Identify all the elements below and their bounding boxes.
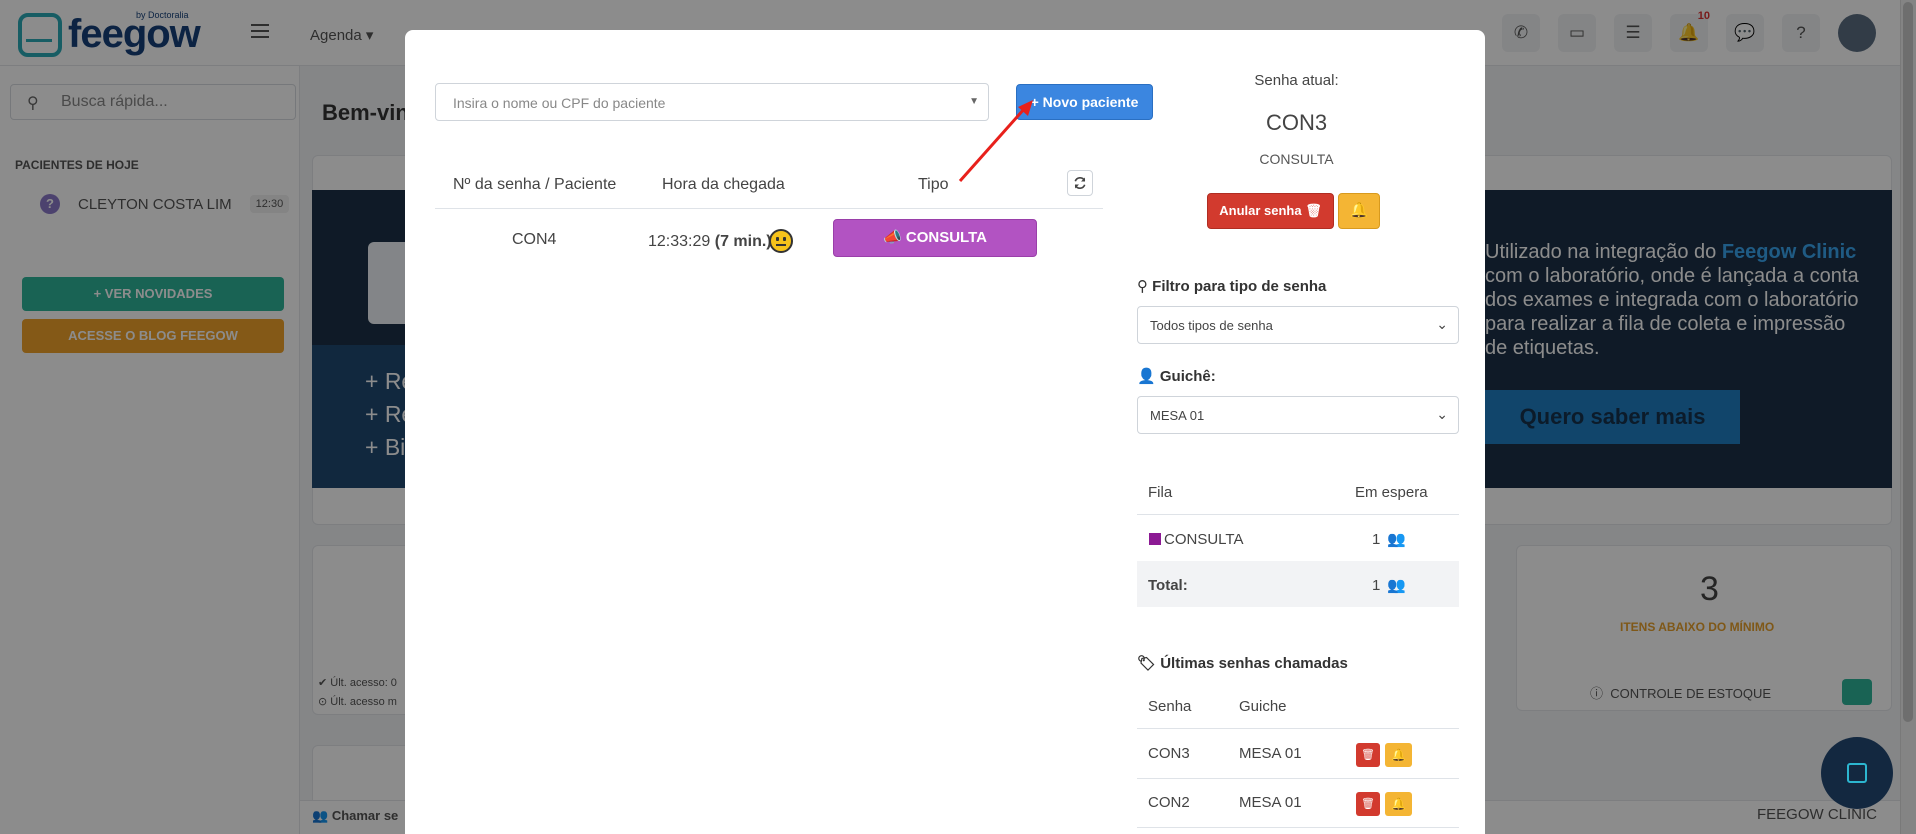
call-again-button[interactable]: 🔔: [1338, 193, 1380, 229]
delete-senha-button[interactable]: 🗑: [1356, 792, 1380, 816]
wait-time: (7 min.): [714, 233, 772, 250]
delete-senha-button[interactable]: 🗑: [1356, 743, 1380, 767]
chat-fab-button[interactable]: [1821, 737, 1893, 809]
total-count: 1: [1372, 577, 1381, 594]
total-label: Total:: [1148, 577, 1188, 594]
trash-icon: 🗑: [1361, 798, 1375, 810]
filter-select-value: Todos tipos de senha: [1150, 318, 1273, 333]
last-divider: [1137, 778, 1459, 779]
last-row-code: CON3: [1148, 745, 1190, 762]
last-guiche-header: Guiche: [1239, 698, 1287, 715]
users-icon: 👥: [1387, 577, 1406, 594]
col-header-senha: Nº da senha / Paciente: [453, 176, 617, 193]
bell-icon: 🔔: [1349, 202, 1369, 219]
last-row-guiche: MESA 01: [1239, 745, 1302, 762]
queue-type-button[interactable]: 📣 CONSULTA: [833, 219, 1037, 257]
em-espera-header: Em espera: [1355, 484, 1428, 501]
cancel-senha-button[interactable]: Anular senha 🗑: [1207, 193, 1334, 229]
guiche-select-value: MESA 01: [1150, 408, 1205, 423]
queue-modal: Insira o nome ou CPF do paciente ▼ + Nov…: [405, 30, 1485, 834]
red-arrow-annotation: [958, 100, 1033, 182]
patient-search-select[interactable]: Insira o nome ou CPF do paciente ▼: [435, 83, 989, 121]
bell-icon: 🔔: [1391, 797, 1406, 811]
last-called-label: 🏷 Últimas senhas chamadas: [1137, 654, 1348, 672]
fila-row-count: 1: [1372, 531, 1381, 548]
trash-icon: 🗑: [1305, 203, 1322, 218]
fila-divider: [1137, 514, 1459, 515]
last-divider: [1137, 728, 1459, 729]
last-row-code: CON2: [1148, 794, 1190, 811]
chat-icon: [1847, 763, 1867, 783]
last-called-label-text: Últimas senhas chamadas: [1160, 655, 1348, 672]
patient-search-placeholder: Insira o nome ou CPF do paciente: [453, 95, 666, 111]
search-icon: ⚲: [1137, 278, 1148, 295]
refresh-button[interactable]: [1067, 170, 1093, 196]
chevron-down-icon: ⌄: [1436, 316, 1448, 332]
col-header-hora: Hora da chegada: [662, 176, 785, 193]
queue-row-time: 12:33:29 (7 min.): [648, 233, 772, 251]
neutral-face-icon: [769, 229, 793, 253]
recall-senha-button[interactable]: 🔔: [1385, 792, 1412, 816]
last-row-guiche: MESA 01: [1239, 794, 1302, 811]
queue-type-label: CONSULTA: [905, 229, 987, 246]
guiche-select[interactable]: MESA 01 ⌄: [1137, 396, 1459, 434]
guiche-label: 👤 Guichê:: [1137, 367, 1216, 385]
cancel-senha-label: Anular senha: [1219, 203, 1302, 218]
bell-icon: 🔔: [1391, 748, 1406, 762]
filter-label: ⚲ Filtro para tipo de senha: [1137, 277, 1326, 295]
last-senha-header: Senha: [1148, 698, 1192, 715]
arrival-time: 12:33:29: [648, 233, 711, 250]
col-header-tipo: Tipo: [918, 176, 949, 193]
refresh-icon: [1074, 176, 1086, 190]
user-icon: 👤: [1137, 368, 1156, 385]
queue-row-code: CON4: [512, 231, 557, 248]
last-divider: [1137, 827, 1459, 828]
fila-row-name: CONSULTA: [1164, 531, 1244, 548]
filter-select[interactable]: Todos tipos de senha ⌄: [1137, 306, 1459, 344]
current-senha-code: CON3: [1265, 110, 1328, 135]
tag-icon: 🏷: [1137, 655, 1157, 672]
recall-senha-button[interactable]: 🔔: [1385, 743, 1412, 767]
table-divider: [435, 208, 1103, 209]
fila-color-swatch: [1149, 533, 1161, 545]
fila-header: Fila: [1148, 484, 1173, 501]
trash-icon: 🗑: [1361, 749, 1375, 761]
current-senha-label: Senha atual:: [1254, 72, 1339, 89]
filter-label-text: Filtro para tipo de senha: [1152, 278, 1327, 295]
chevron-down-icon: ⌄: [1436, 406, 1448, 422]
current-senha-type: CONSULTA: [1259, 151, 1334, 167]
users-icon: 👥: [1387, 531, 1406, 548]
guiche-label-text: Guichê:: [1159, 368, 1216, 385]
